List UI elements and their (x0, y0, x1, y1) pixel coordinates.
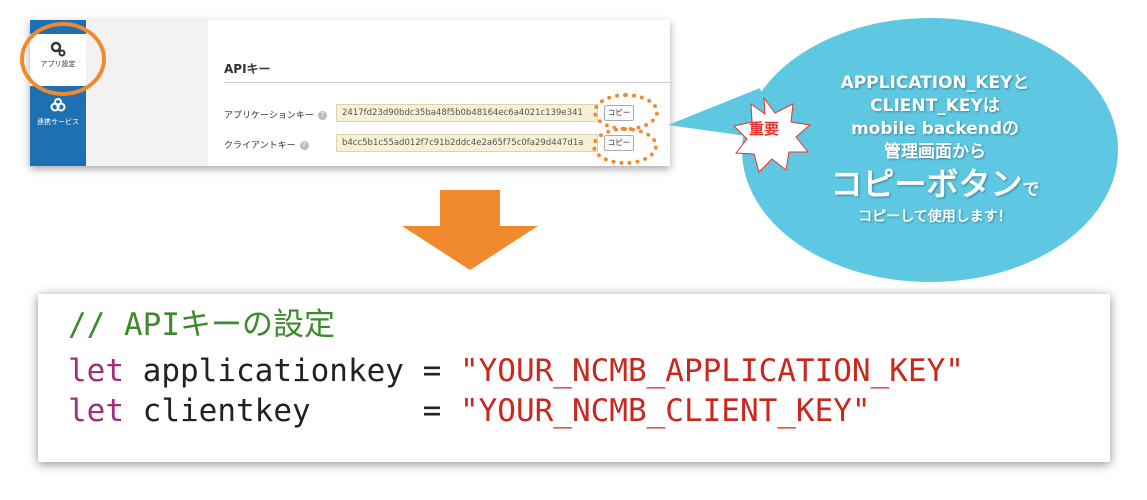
bubble-particle: で (1022, 180, 1040, 200)
bubble-line: CLIENT_KEYは (870, 96, 1000, 116)
bubble-line: コピーして使用します！ (858, 209, 1012, 225)
bubble-emphasis: コピーボタン (830, 165, 1023, 203)
bubble-line: 管理画面から (884, 142, 986, 162)
code-snippet: // APIキーの設定 let applicationkey = "YOUR_N… (38, 294, 1110, 462)
bubble-line: mobile backendの (850, 119, 1020, 139)
code-string: "YOUR_NCMB_APPLICATION_KEY" (459, 353, 964, 389)
code-identifier: clientkey (142, 393, 404, 429)
down-arrow-icon (402, 190, 538, 270)
code-operator: = (422, 353, 442, 389)
bubble-line: APPLICATION_KEYと (840, 73, 1030, 93)
code-comment: // APIキーの設定 (68, 307, 335, 343)
code-identifier: applicationkey (142, 353, 404, 389)
bubble-message: APPLICATION_KEYと CLIENT_KEYは mobile back… (770, 72, 1100, 228)
code-keyword: let (68, 393, 124, 429)
code-string: "YOUR_NCMB_CLIENT_KEY" (459, 393, 871, 429)
code-keyword: let (68, 353, 124, 389)
code-operator: = (422, 393, 442, 429)
